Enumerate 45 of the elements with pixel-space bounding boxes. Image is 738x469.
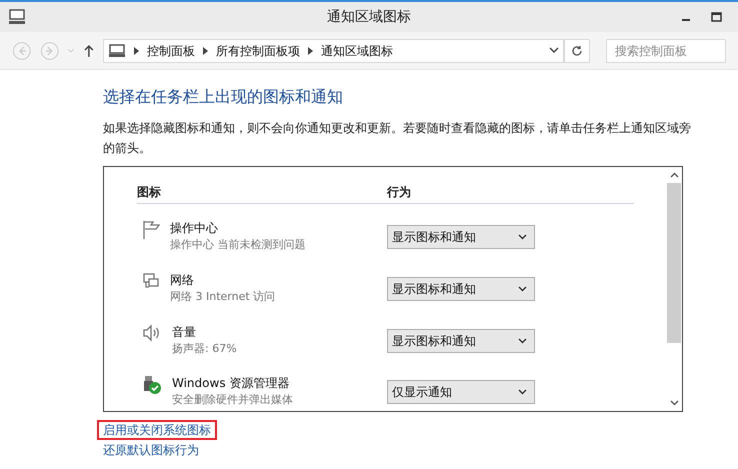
behavior-dropdown[interactable]: 显示图标和通知 (387, 225, 535, 249)
item-name: 操作中心 (170, 220, 219, 237)
chevron-icon (202, 46, 208, 54)
refresh-button[interactable] (564, 38, 590, 62)
item-detail: 操作中心 当前未检测到问题 (170, 237, 306, 253)
breadcrumb-item[interactable]: 通知区域图标 (320, 42, 393, 60)
up-arrow-icon[interactable] (83, 44, 95, 58)
link[interactable]: 启用或关闭系统图标 (97, 420, 217, 440)
chevron-icon (308, 46, 313, 54)
computer-icon (8, 9, 26, 25)
behavior-dropdown[interactable]: 仅显示通知 (387, 380, 535, 404)
chevron-down-icon (518, 286, 527, 292)
breadcrumb-item[interactable]: 控制面板 (146, 42, 195, 60)
search-field[interactable]: 搜索控制面板 (606, 38, 726, 62)
item-detail: 扬声器: 67% (172, 340, 237, 356)
item-detail: 安全删除硬件并弹出媒体 (172, 392, 293, 408)
computer-icon (108, 44, 126, 58)
window-title: 通知区域图标 (327, 8, 411, 26)
column-header: 行为 (387, 184, 411, 201)
scroll-up-icon[interactable] (670, 172, 678, 178)
scrollbar-thumb[interactable] (667, 183, 681, 343)
item-name: 音量 (172, 324, 197, 340)
dropdown-caret-icon[interactable] (549, 47, 560, 54)
chevron-down-icon (518, 234, 527, 240)
breadcrumb-item[interactable]: 所有控制面板项 (216, 42, 300, 60)
chevron-icon (134, 46, 139, 54)
speaker-icon (142, 324, 162, 342)
chevron-down-icon (518, 338, 527, 344)
behavior-dropdown[interactable]: 显示图标和通知 (387, 276, 535, 301)
usb-check-icon (142, 375, 162, 396)
column-header: 图标 (137, 184, 162, 201)
flag-icon (142, 220, 160, 240)
link[interactable]: 还原默认图标行为 (97, 440, 205, 460)
chevron-down-icon (518, 389, 527, 396)
page-heading: 选择在任务栏上出现的图标和通知 (103, 86, 344, 108)
scroll-down-icon[interactable] (670, 400, 678, 406)
refresh-icon (571, 44, 584, 56)
item-detail: 网络 3 Internet 访问 (170, 288, 276, 305)
item-name: 网络 (170, 272, 195, 289)
maximize-icon[interactable] (711, 12, 722, 22)
behavior-dropdown[interactable]: 显示图标和通知 (387, 328, 535, 352)
item-name: Windows 资源管理器 (172, 375, 290, 392)
description-text: 如果选择隐藏图标和通知，则不会向你通知更改和更新。若要随时查看隐藏的图标，请单击任务栏上通知区域旁的箭头。 (103, 120, 692, 157)
network-icon (142, 272, 160, 290)
address-bar[interactable]: 控制面板 所有控制面板项 通知区域图标 (102, 38, 564, 62)
